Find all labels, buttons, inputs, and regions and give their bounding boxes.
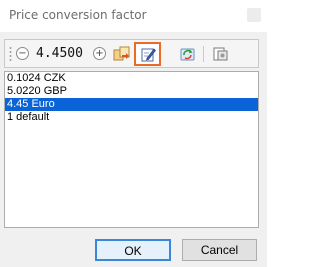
edit-button[interactable] bbox=[134, 42, 161, 66]
window-title: Price conversion factor bbox=[9, 8, 147, 22]
toolbar-separator bbox=[203, 46, 204, 62]
list-item[interactable]: 0.1024 CZK bbox=[5, 72, 258, 85]
decrement-button[interactable]: − bbox=[16, 47, 29, 60]
currency-list[interactable]: 0.1024 CZK 5.0220 GBP 4.45 Euro 1 defaul… bbox=[4, 71, 259, 228]
close-button[interactable] bbox=[247, 8, 261, 22]
copy-icon[interactable] bbox=[113, 46, 131, 62]
title-bar: Price conversion factor bbox=[0, 0, 267, 32]
ok-button[interactable]: OK bbox=[95, 239, 171, 261]
increment-button[interactable]: + bbox=[93, 47, 106, 60]
grip-icon[interactable] bbox=[9, 46, 12, 62]
list-item[interactable]: 5.0220 GBP bbox=[5, 85, 258, 98]
list-item-selected[interactable]: 4.45 Euro bbox=[5, 98, 258, 111]
edit-icon bbox=[141, 48, 156, 62]
cancel-button[interactable]: Cancel bbox=[182, 239, 257, 261]
document-icon[interactable] bbox=[212, 46, 229, 62]
refresh-icon[interactable] bbox=[179, 46, 197, 62]
toolbar: − 4.4500 + bbox=[4, 39, 259, 68]
factor-value[interactable]: 4.4500 bbox=[36, 46, 83, 61]
price-conversion-dialog: Price conversion factor − 4.4500 + 0.102… bbox=[0, 0, 267, 267]
list-item[interactable]: 1 default bbox=[5, 111, 258, 124]
